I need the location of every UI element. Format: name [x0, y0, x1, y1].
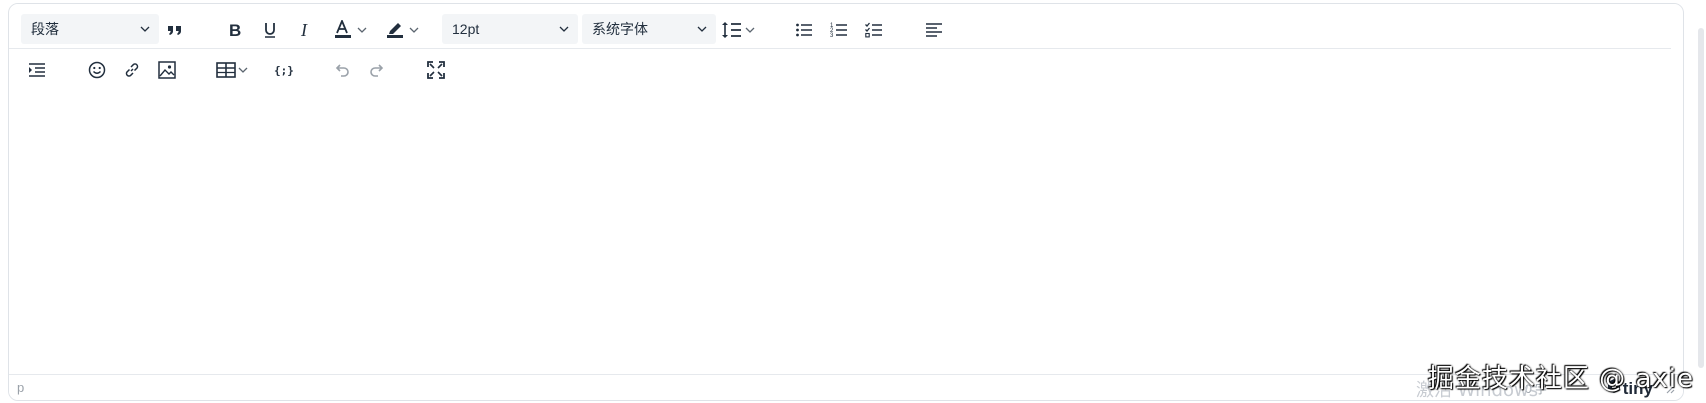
svg-text:I: I	[300, 21, 308, 39]
link-button[interactable]	[116, 54, 148, 86]
toolbar-row-1: 段落 B I 12pt 系统字体 1 2 3	[9, 9, 1671, 49]
chevron-down-icon	[558, 23, 570, 35]
text-color-icon	[333, 20, 355, 40]
page-scrollbar[interactable]	[1698, 28, 1704, 368]
bold-icon: B	[226, 21, 244, 39]
font-family-value: 系统字体	[592, 21, 648, 37]
numbered-list-button[interactable]: 1 2 3	[823, 14, 855, 46]
align-left-icon	[925, 21, 943, 39]
bullet-list-icon	[795, 21, 813, 39]
code-icon: {;}	[273, 61, 293, 79]
table-button[interactable]	[211, 54, 255, 86]
numbered-list-icon: 1 2 3	[830, 21, 848, 39]
indent-icon	[28, 61, 46, 79]
font-family-select[interactable]: 系统字体	[582, 14, 716, 44]
table-icon	[216, 61, 236, 79]
font-size-value: 12pt	[452, 21, 480, 37]
indent-button[interactable]	[21, 54, 53, 86]
font-size-select[interactable]: 12pt	[442, 14, 578, 44]
line-height-button[interactable]	[717, 14, 761, 46]
redo-button[interactable]	[361, 54, 393, 86]
block-format-select[interactable]: 段落	[21, 14, 159, 44]
redo-icon	[368, 61, 386, 79]
align-left-button[interactable]	[918, 14, 950, 46]
chevron-down-icon	[236, 64, 250, 76]
highlight-color-button[interactable]	[379, 14, 427, 46]
fullscreen-button[interactable]	[420, 54, 452, 86]
underline-button[interactable]	[254, 14, 286, 46]
bullet-list-button[interactable]	[788, 14, 820, 46]
fullscreen-icon	[427, 61, 445, 79]
rich-text-editor: 段落 B I 12pt 系统字体 1 2 3 {;} p 0 字 tiny	[8, 3, 1684, 401]
chevron-down-icon	[407, 24, 421, 36]
image-icon	[158, 61, 176, 79]
underline-icon	[261, 21, 279, 39]
emoji-icon	[88, 61, 106, 79]
link-icon	[123, 61, 141, 79]
toolbar-row-2: {;}	[9, 49, 1671, 89]
block-format-value: 段落	[31, 21, 59, 37]
text-color-button[interactable]	[327, 14, 375, 46]
undo-button[interactable]	[326, 54, 358, 86]
emoji-button[interactable]	[81, 54, 113, 86]
undo-icon	[333, 61, 351, 79]
chevron-down-icon	[139, 23, 151, 35]
line-height-icon	[721, 20, 743, 40]
svg-text:B: B	[229, 21, 241, 39]
highlight-icon	[385, 20, 407, 40]
editor-toolbar: 段落 B I 12pt 系统字体 1 2 3 {;}	[9, 4, 1683, 90]
bold-button[interactable]: B	[219, 14, 251, 46]
checklist-icon	[865, 21, 883, 39]
chevron-down-icon	[696, 23, 708, 35]
svg-text:3: 3	[830, 33, 834, 39]
blockquote-icon	[166, 21, 184, 39]
editor-content-area[interactable]	[9, 90, 1683, 376]
italic-button[interactable]: I	[289, 14, 321, 46]
chevron-down-icon	[743, 24, 757, 36]
code-button[interactable]: {;}	[267, 54, 299, 86]
svg-text:{;}: {;}	[274, 64, 293, 77]
watermark-text: 掘金技术社区 @ axie	[1427, 364, 1694, 394]
element-path[interactable]: p	[17, 380, 24, 395]
image-button[interactable]	[151, 54, 183, 86]
checklist-button[interactable]	[858, 14, 890, 46]
blockquote-button[interactable]	[159, 14, 191, 46]
chevron-down-icon	[355, 24, 369, 36]
italic-icon: I	[296, 21, 314, 39]
